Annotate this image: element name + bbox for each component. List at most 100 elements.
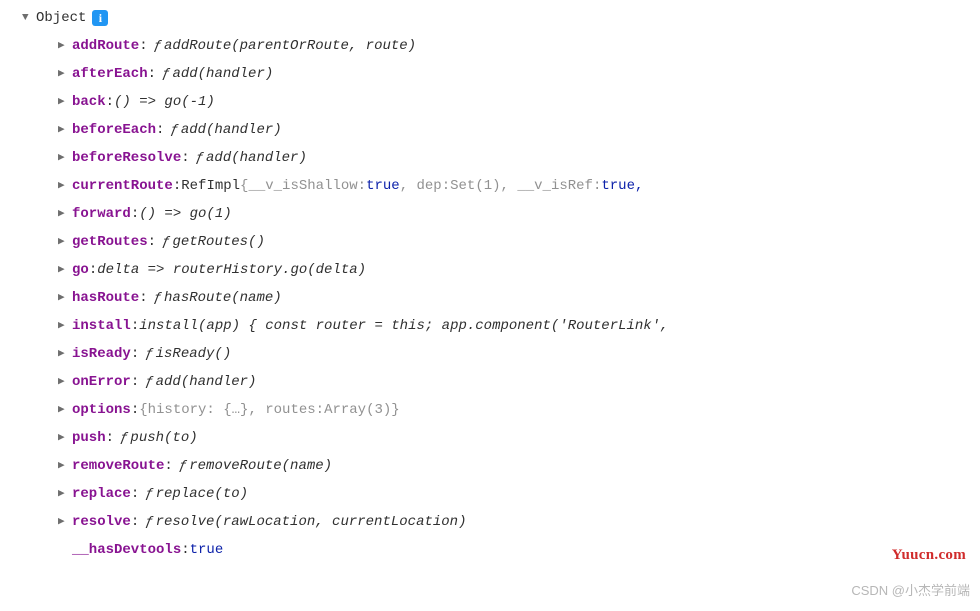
refimpl-key: , __v_isRef: [501,172,602,200]
chevron-right-icon[interactable] [58,396,72,424]
property-row-onError[interactable]: onError: ƒ add(handler) [58,368,980,396]
property-key: replace [72,480,131,508]
property-row-removeRoute[interactable]: removeRoute: ƒ removeRoute(name) [58,452,980,480]
property-key: onError [72,368,131,396]
arrow-function: () => go(-1) [114,88,215,116]
property-row-install[interactable]: install: install(app) { const router = t… [58,312,980,340]
arrow-function: () => go(1) [139,200,231,228]
function-signature: resolve(rawLocation, currentLocation) [156,508,467,536]
colon: : [164,452,172,480]
colon: : [139,284,147,312]
info-icon[interactable]: i [92,10,108,26]
brace: { [139,396,147,424]
property-key: isReady [72,340,131,368]
colon: : [156,116,164,144]
chevron-right-icon[interactable] [58,508,72,536]
property-key: afterEach [72,60,148,88]
options-routes-val: Array(3) [324,396,391,424]
colon: : [148,228,156,256]
colon: : [131,508,139,536]
function-signature: hasRoute(name) [164,284,282,312]
property-row-replace[interactable]: replace: ƒ replace(to) [58,480,980,508]
chevron-right-icon[interactable] [58,452,72,480]
function-signature: replace(to) [156,480,248,508]
object-header-row[interactable]: Object i [22,4,980,32]
function-icon: ƒ [145,368,153,396]
property-row---hasDevtools[interactable]: __hasDevtools: true [58,536,980,564]
chevron-right-icon[interactable] [58,60,72,88]
arrow-function: delta => routerHistory.go(delta) [97,256,366,284]
options-history: history: {…} [148,396,249,424]
function-signature: removeRoute(name) [189,452,332,480]
brace: } [391,396,399,424]
function-icon: ƒ [179,452,187,480]
colon: : [139,32,147,60]
chevron-right-icon[interactable] [58,88,72,116]
property-key: beforeResolve [72,144,181,172]
property-row-hasRoute[interactable]: hasRoute: ƒ hasRoute(name) [58,284,980,312]
function-signature: isReady() [156,340,232,368]
function-icon: ƒ [145,340,153,368]
property-key: go [72,256,89,284]
chevron-right-icon[interactable] [58,368,72,396]
function-icon: ƒ [162,228,170,256]
function-icon: ƒ [154,284,162,312]
property-key: getRoutes [72,228,148,256]
colon: : [148,60,156,88]
property-key: __hasDevtools [72,536,181,564]
colon: : [106,88,114,116]
property-row-forward[interactable]: forward: () => go(1) [58,200,980,228]
chevron-right-icon[interactable] [58,256,72,284]
property-row-beforeResolve[interactable]: beforeResolve: ƒ add(handler) [58,144,980,172]
chevron-right-icon[interactable] [58,200,72,228]
property-row-isReady[interactable]: isReady: ƒ isReady() [58,340,980,368]
property-row-push[interactable]: push: ƒ push(to) [58,424,980,452]
chevron-right-icon[interactable] [58,424,72,452]
property-row-back[interactable]: back: () => go(-1) [58,88,980,116]
colon: : [106,424,114,452]
chevron-right-icon[interactable] [58,284,72,312]
property-row-options[interactable]: options: {history: {…}, routes: Array(3)… [58,396,980,424]
chevron-right-icon[interactable] [58,312,72,340]
function-icon: ƒ [170,116,178,144]
colon: : [89,256,97,284]
property-key: options [72,396,131,424]
function-icon: ƒ [145,508,153,536]
chevron-right-icon[interactable] [58,480,72,508]
colon: : [131,396,139,424]
function-icon: ƒ [120,424,128,452]
function-signature: push(to) [130,424,197,452]
colon: : [131,200,139,228]
function-signature: add(handler) [181,116,282,144]
property-key: push [72,424,106,452]
colon: : [173,172,181,200]
options-routes-key: , routes: [248,396,324,424]
property-row-go[interactable]: go: delta => routerHistory.go(delta) [58,256,980,284]
function-icon: ƒ [196,144,204,172]
property-row-resolve[interactable]: resolve: ƒ resolve(rawLocation, currentL… [58,508,980,536]
chevron-right-icon[interactable] [58,228,72,256]
colon: : [131,480,139,508]
colon: : [131,312,139,340]
function-signature: add(handler) [156,368,257,396]
property-row-currentRoute[interactable]: currentRoute: RefImpl {__v_isShallow: tr… [58,172,980,200]
refimpl-val: Set(1) [450,172,500,200]
chevron-down-icon[interactable] [22,4,36,32]
chevron-right-icon[interactable] [58,32,72,60]
colon: : [131,368,139,396]
property-key: removeRoute [72,452,164,480]
property-key: back [72,88,106,116]
refimpl-key: , dep: [400,172,450,200]
chevron-right-icon[interactable] [58,144,72,172]
property-row-afterEach[interactable]: afterEach: ƒ add(handler) [58,60,980,88]
property-row-addRoute[interactable]: addRoute: ƒ addRoute(parentOrRoute, rout… [58,32,980,60]
chevron-right-icon[interactable] [58,116,72,144]
colon: : [181,536,189,564]
function-signature: addRoute(parentOrRoute, route) [164,32,416,60]
chevron-right-icon[interactable] [58,340,72,368]
property-key: hasRoute [72,284,139,312]
property-row-beforeEach[interactable]: beforeEach: ƒ add(handler) [58,116,980,144]
refimpl-key: __v_isShallow: [248,172,366,200]
chevron-right-icon[interactable] [58,172,72,200]
property-row-getRoutes[interactable]: getRoutes: ƒ getRoutes() [58,228,980,256]
